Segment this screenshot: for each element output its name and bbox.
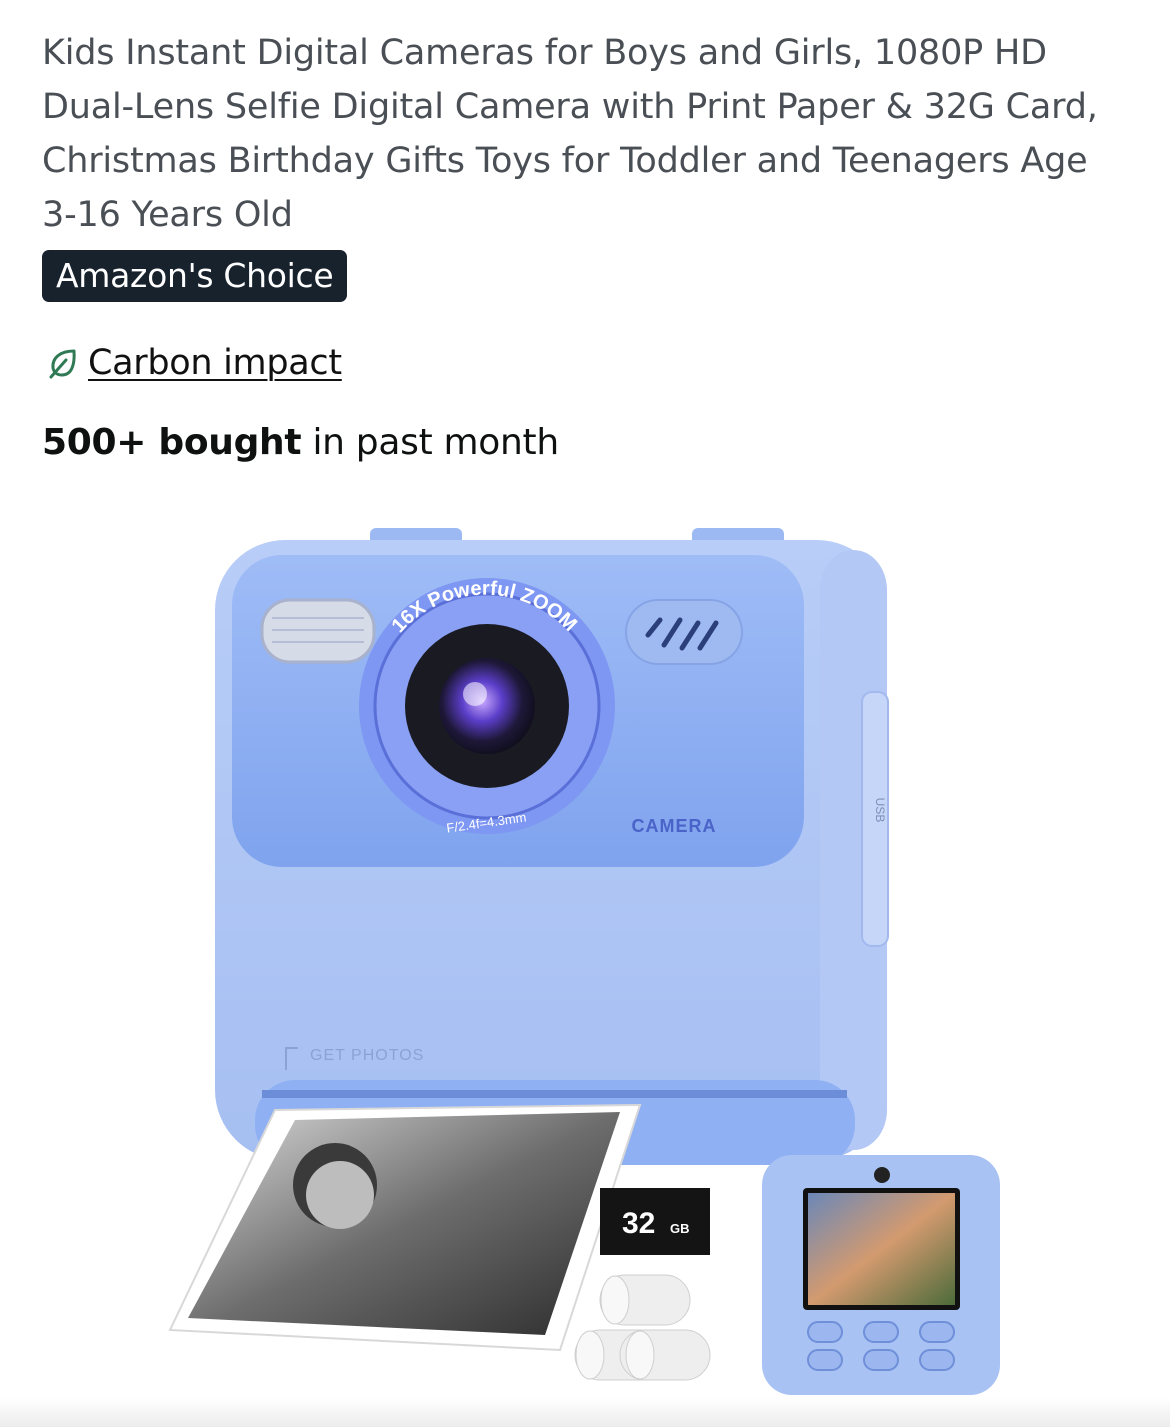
print-button	[919, 1349, 955, 1371]
mode-button	[919, 1321, 955, 1343]
bought-count-rest: in past month	[301, 422, 559, 463]
lens-highlight	[463, 682, 487, 706]
bought-count: 500+ bought in past month	[42, 422, 559, 463]
down-button	[807, 1349, 843, 1371]
sd-card-text: 32	[622, 1207, 655, 1240]
speaker-grille	[625, 599, 743, 665]
amazons-choice-badge[interactable]: Amazon's Choice	[42, 250, 348, 302]
lens-glass	[439, 658, 535, 754]
usb-text: USB	[873, 798, 887, 823]
product-title: Kids Instant Digital Cameras for Boys an…	[42, 33, 1098, 235]
carbon-impact-link[interactable]: Carbon impact	[46, 338, 342, 388]
bought-count-bold: 500+ bought	[42, 422, 302, 463]
sd-card-unit: GB	[670, 1221, 690, 1236]
product-image[interactable]: 16X Powerful ZOOM F/2.4f=4.3mm CAMERA US…	[160, 520, 1010, 1400]
carbon-impact-label: Carbon impact	[88, 343, 342, 383]
ok-button	[863, 1349, 899, 1371]
up-button	[807, 1321, 843, 1343]
brand-text: CAMERA	[632, 816, 717, 836]
bottom-fade	[0, 1398, 1170, 1427]
print-label: GET PHOTOS	[310, 1047, 424, 1064]
paper-rolls-icon	[574, 1274, 711, 1381]
selfie-lens-icon	[874, 1167, 890, 1183]
leaf-icon	[49, 349, 76, 379]
menu-button	[863, 1321, 899, 1343]
